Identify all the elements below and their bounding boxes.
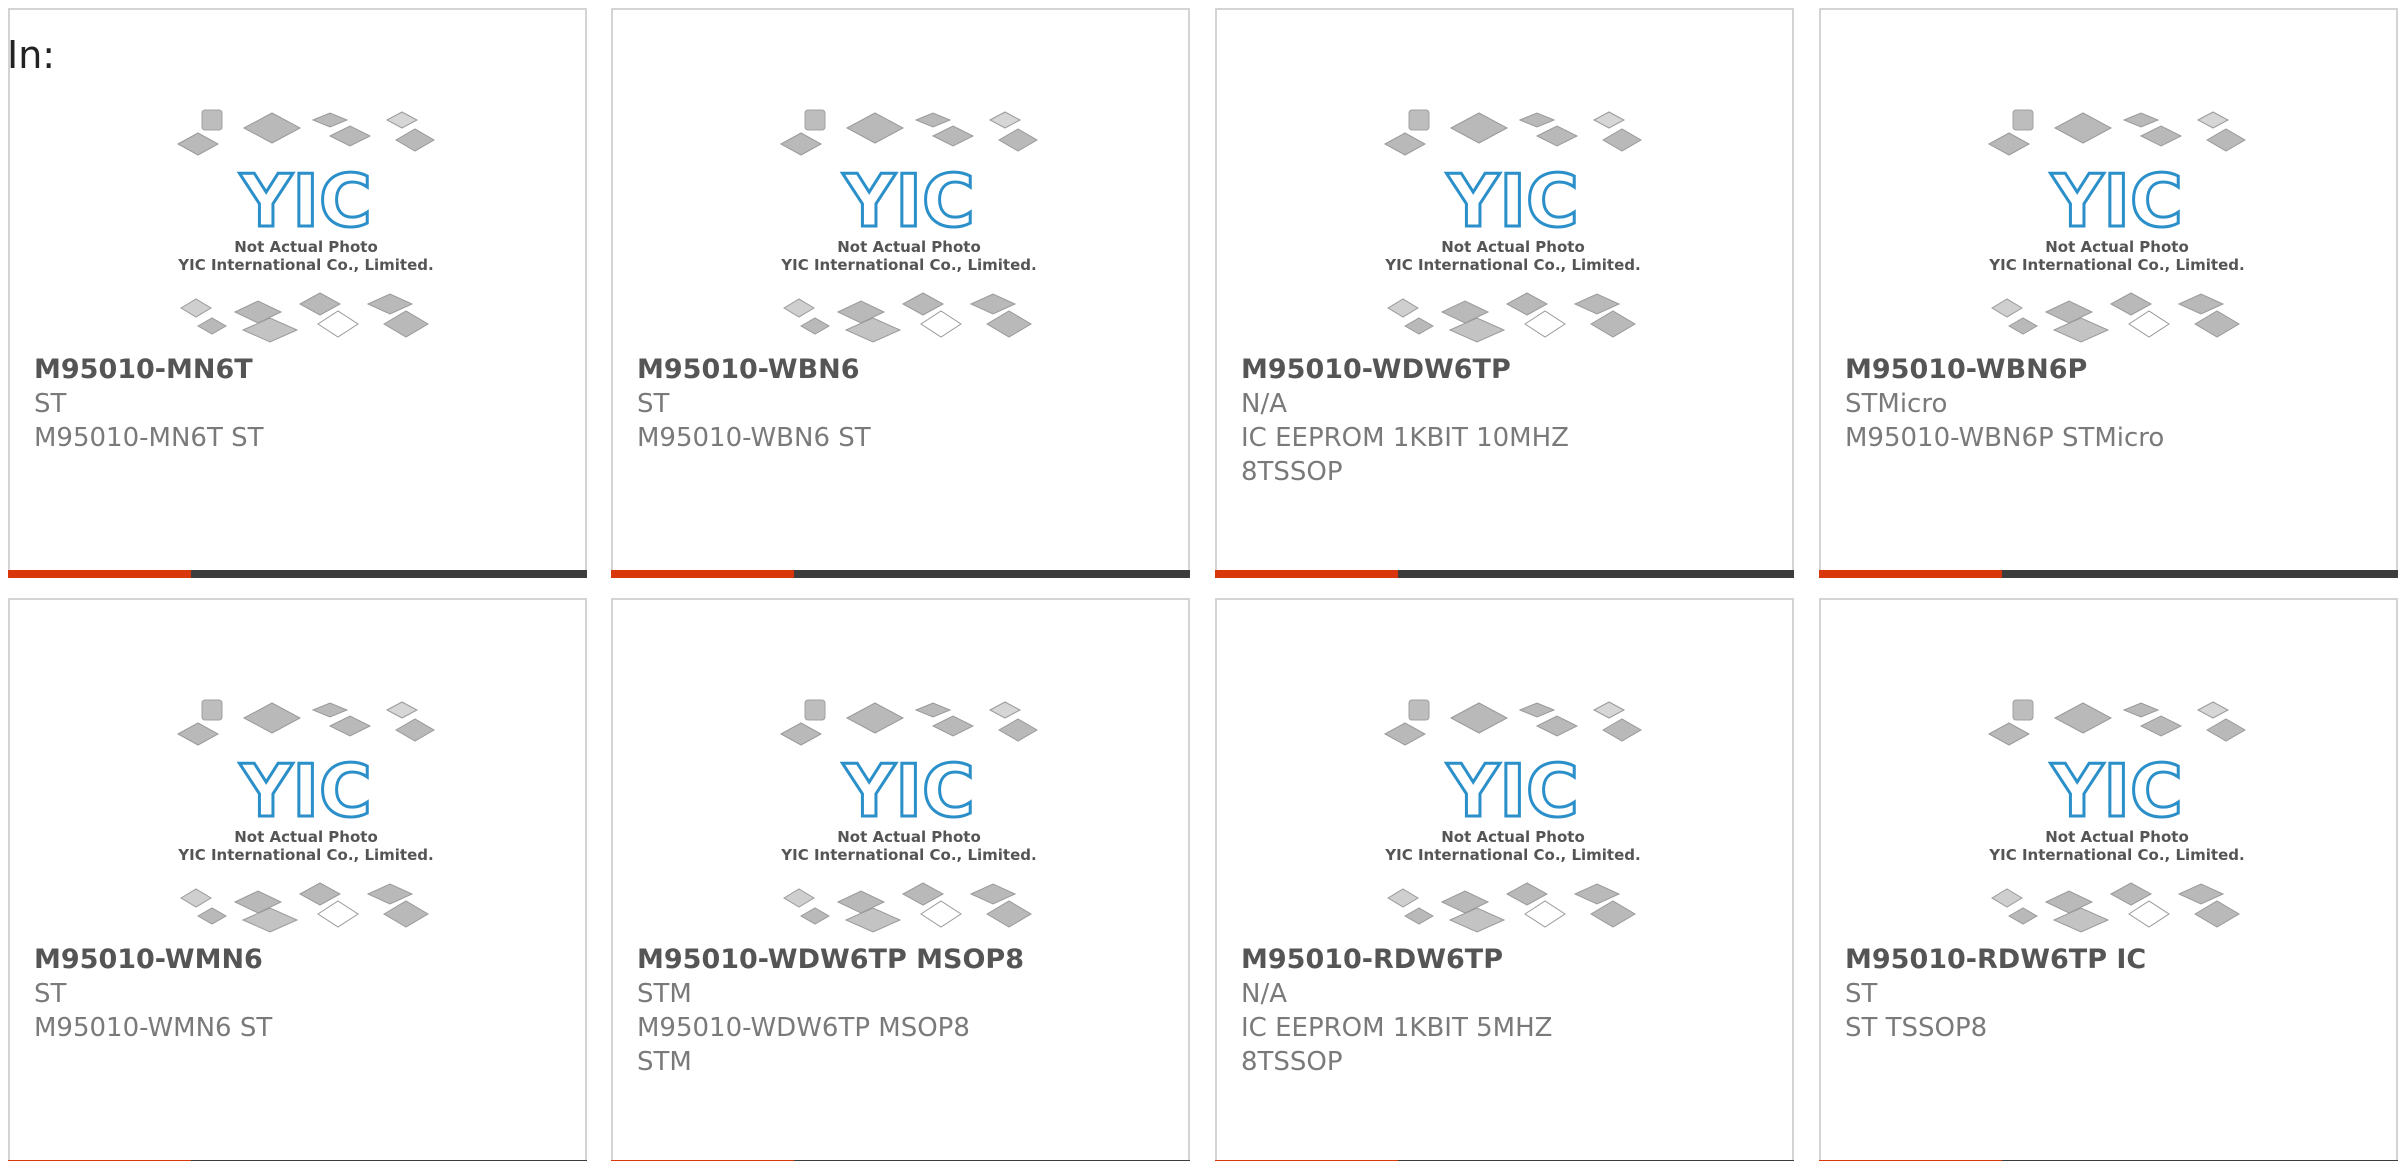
- product-card[interactable]: YIC Not Actual Photo YIC International Co.…: [611, 598, 1190, 1161]
- product-part-number[interactable]: M95010-MN6T: [34, 353, 565, 387]
- product-description: IC EEPROM 1KBIT 10MHZ 8TSSOP: [1241, 423, 1569, 487]
- product-info: M95010-RDW6TP IC ST ST TSSOP8: [1845, 943, 2376, 1045]
- svg-text:Not Actual Photo: Not Actual Photo: [2045, 238, 2189, 256]
- product-part-number[interactable]: M95010-WDW6TP MSOP8: [637, 943, 1168, 977]
- not-actual-photo-image: YICNot Actual PhotoYIC International Co.…: [1987, 699, 2246, 933]
- not-actual-photo-image: YICNot Actual PhotoYIC International Co.…: [176, 699, 435, 933]
- product-card[interactable]: YIC Not Actual Photo YIC International Co.…: [1215, 598, 1794, 1161]
- product-part-number[interactable]: M95010-WBN6P: [1845, 353, 2376, 387]
- card-bottom-bar: [611, 570, 1190, 578]
- product-image-placeholder[interactable]: YIC Not Actual Photo YIC International Co.…: [773, 98, 1045, 348]
- yic-logo: YIC: [842, 749, 975, 833]
- product-part-number[interactable]: M95010-RDW6TP IC: [1845, 943, 2376, 977]
- in-label: In:: [7, 33, 56, 77]
- card-bottom-bar: [1819, 570, 2398, 578]
- product-image-placeholder[interactable]: YIC Not Actual Photo YIC International Co.…: [1981, 98, 2253, 348]
- product-part-number[interactable]: M95010-RDW6TP: [1241, 943, 1772, 977]
- product-card[interactable]: YIC Not Actual Photo YIC International Co.…: [8, 8, 587, 578]
- yic-logo: YIC: [239, 749, 372, 833]
- not-actual-photo-image: YICNot Actual PhotoYIC International Co.…: [1987, 109, 2246, 343]
- product-description: M95010-WDW6TP MSOP8 STM: [637, 1013, 970, 1077]
- svg-text:YIC International Co., Limited: YIC International Co., Limited.: [1988, 846, 2244, 864]
- card-bottom-bar: [1215, 570, 1794, 578]
- card-accent-bar: [1215, 570, 1398, 578]
- yic-logo: YIC: [1446, 749, 1579, 833]
- product-image-placeholder[interactable]: YIC Not Actual Photo YIC International Co.…: [773, 688, 1045, 938]
- svg-text:Not Actual Photo: Not Actual Photo: [837, 238, 981, 256]
- product-part-number[interactable]: M95010-WBN6: [637, 353, 1168, 387]
- yic-logo: YIC: [2050, 159, 2183, 243]
- product-grid-page: In: YIC Not Actual Photo YIC International…: [0, 0, 2400, 1161]
- svg-text:Not Actual Photo: Not Actual Photo: [234, 238, 378, 256]
- svg-text:Not Actual Photo: Not Actual Photo: [837, 828, 981, 846]
- yic-logo: YIC: [1446, 159, 1579, 243]
- product-part-number[interactable]: M95010-WMN6: [34, 943, 565, 977]
- svg-text:YIC International Co., Limited: YIC International Co., Limited.: [177, 256, 433, 274]
- product-card[interactable]: YIC Not Actual Photo YIC International Co.…: [611, 8, 1190, 578]
- product-description: IC EEPROM 1KBIT 5MHZ 8TSSOP: [1241, 1013, 1553, 1077]
- svg-text:YIC International Co., Limited: YIC International Co., Limited.: [1384, 256, 1640, 274]
- product-part-number[interactable]: M95010-WDW6TP: [1241, 353, 1772, 387]
- card-accent-bar: [8, 570, 191, 578]
- product-description: M95010-WBN6P STMicro: [1845, 423, 2165, 453]
- product-card[interactable]: YIC Not Actual Photo YIC International Co.…: [1215, 8, 1794, 578]
- svg-text:YIC International Co., Limited: YIC International Co., Limited.: [780, 256, 1036, 274]
- product-manufacturer: ST: [637, 389, 670, 419]
- product-card[interactable]: YIC Not Actual Photo YIC International Co.…: [8, 598, 587, 1161]
- product-manufacturer: STM: [637, 979, 692, 1009]
- product-manufacturer: ST: [34, 389, 67, 419]
- product-info: M95010-RDW6TP N/A IC EEPROM 1KBIT 5MHZ 8…: [1241, 943, 1772, 1079]
- yic-logo: YIC: [2050, 749, 2183, 833]
- not-actual-photo-image: YICNot Actual PhotoYIC International Co.…: [779, 699, 1038, 933]
- product-image-placeholder[interactable]: YIC Not Actual Photo YIC International Co.…: [1377, 98, 1649, 348]
- card-bottom-bar: [8, 570, 587, 578]
- product-manufacturer: ST: [1845, 979, 1878, 1009]
- product-info: M95010-WMN6 ST M95010-WMN6 ST: [34, 943, 565, 1045]
- product-manufacturer: ST: [34, 979, 67, 1009]
- svg-text:Not Actual Photo: Not Actual Photo: [234, 828, 378, 846]
- card-accent-bar: [1819, 570, 2002, 578]
- product-description: M95010-MN6T ST: [34, 423, 264, 453]
- product-info: M95010-WBN6P STMicro M95010-WBN6P STMicr…: [1845, 353, 2376, 455]
- product-image-placeholder[interactable]: YIC Not Actual Photo YIC International Co.…: [170, 688, 442, 938]
- not-actual-photo-image: YICNot Actual PhotoYIC International Co.…: [779, 109, 1038, 343]
- product-image-placeholder[interactable]: YIC Not Actual Photo YIC International Co.…: [170, 98, 442, 348]
- product-info: M95010-WDW6TP N/A IC EEPROM 1KBIT 10MHZ …: [1241, 353, 1772, 489]
- not-actual-photo-image: YICNot Actual PhotoYIC International Co.…: [176, 109, 435, 343]
- svg-text:Not Actual Photo: Not Actual Photo: [1441, 238, 1585, 256]
- product-description: ST TSSOP8: [1845, 1013, 1988, 1043]
- product-image-placeholder[interactable]: YIC Not Actual Photo YIC International Co.…: [1981, 688, 2253, 938]
- not-actual-photo-image: YICNot Actual PhotoYIC International Co.…: [1383, 699, 1642, 933]
- svg-text:YIC International Co., Limited: YIC International Co., Limited.: [1384, 846, 1640, 864]
- product-info: M95010-MN6T ST M95010-MN6T ST: [34, 353, 565, 455]
- yic-logo: YIC: [842, 159, 975, 243]
- svg-text:YIC International Co., Limited: YIC International Co., Limited.: [177, 846, 433, 864]
- svg-text:YIC International Co., Limited: YIC International Co., Limited.: [780, 846, 1036, 864]
- product-manufacturer: N/A: [1241, 389, 1287, 419]
- product-description: M95010-WMN6 ST: [34, 1013, 273, 1043]
- product-image-placeholder[interactable]: YIC Not Actual Photo YIC International Co.…: [1377, 688, 1649, 938]
- svg-text:Not Actual Photo: Not Actual Photo: [1441, 828, 1585, 846]
- product-manufacturer: N/A: [1241, 979, 1287, 1009]
- card-accent-bar: [611, 570, 794, 578]
- product-card[interactable]: YIC Not Actual Photo YIC International Co.…: [1819, 8, 2398, 578]
- product-manufacturer: STMicro: [1845, 389, 1948, 419]
- yic-logo: YIC: [239, 159, 372, 243]
- not-actual-photo-image: YICNot Actual PhotoYIC International Co.…: [1383, 109, 1642, 343]
- svg-text:Not Actual Photo: Not Actual Photo: [2045, 828, 2189, 846]
- product-info: M95010-WDW6TP MSOP8 STM M95010-WDW6TP MS…: [637, 943, 1168, 1079]
- product-description: M95010-WBN6 ST: [637, 423, 871, 453]
- product-card[interactable]: YIC Not Actual Photo YIC International Co.…: [1819, 598, 2398, 1161]
- product-info: M95010-WBN6 ST M95010-WBN6 ST: [637, 353, 1168, 455]
- svg-text:YIC International Co., Limited: YIC International Co., Limited.: [1988, 256, 2244, 274]
